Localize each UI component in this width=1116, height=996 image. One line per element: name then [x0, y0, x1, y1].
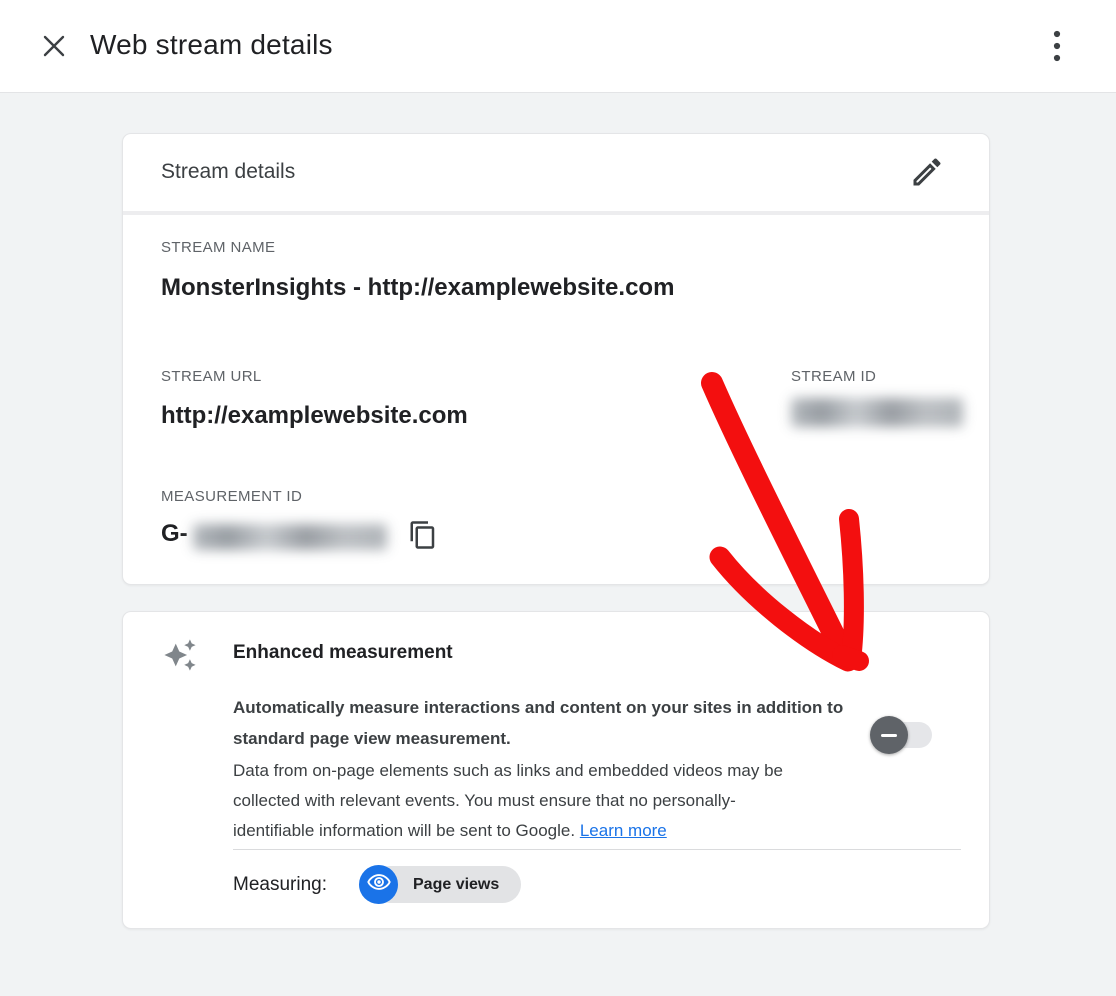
description-bold-line: Automatically measure interactions and c… — [233, 692, 913, 723]
learn-more-link[interactable]: Learn more — [580, 821, 667, 840]
stream-name-label: STREAM NAME — [161, 239, 275, 256]
page-views-chip: Page views — [359, 865, 521, 904]
page-title: Web stream details — [90, 29, 333, 61]
stream-details-card-title: Stream details — [161, 160, 295, 184]
enhanced-measurement-description: Automatically measure interactions and c… — [233, 692, 913, 846]
more-options-button[interactable] — [1040, 29, 1074, 65]
chip-label: Page views — [413, 865, 499, 904]
copy-measurement-id-button[interactable] — [406, 519, 440, 553]
description-bold-line: standard page view measurement. — [233, 723, 913, 754]
enhanced-measurement-toggle[interactable] — [876, 722, 932, 748]
measurement-id-prefix: G- — [161, 520, 188, 548]
stream-details-card: Stream details STREAM NAME MonsterInsigh… — [122, 133, 990, 585]
stream-name-value: MonsterInsights - http://examplewebsite.… — [161, 274, 674, 302]
copy-icon — [408, 520, 438, 553]
sparkle-icon — [163, 638, 197, 677]
stream-url-value: http://examplewebsite.com — [161, 402, 468, 430]
stream-id-value-redacted — [791, 398, 963, 427]
pencil-icon — [909, 154, 945, 193]
measuring-label: Measuring: — [233, 874, 327, 896]
toggle-minus-icon — [881, 734, 897, 737]
enhanced-measurement-title: Enhanced measurement — [233, 642, 453, 664]
measurement-id-value-redacted — [193, 524, 387, 550]
enhanced-measurement-card: Enhanced measurement Automatically measu… — [122, 611, 990, 929]
chip-icon-circle — [359, 865, 398, 904]
measurement-id-label: MEASUREMENT ID — [161, 488, 302, 505]
kebab-menu-icon — [1053, 29, 1061, 66]
description-line: Data from on-page elements such as links… — [233, 756, 913, 786]
measuring-divider — [233, 849, 961, 850]
edit-stream-button[interactable] — [907, 153, 947, 193]
close-button[interactable] — [38, 31, 70, 63]
stream-id-label: STREAM ID — [791, 368, 876, 385]
description-line: collected with relevant events. You must… — [233, 786, 913, 816]
card-header-divider — [123, 211, 989, 215]
stream-url-label: STREAM URL — [161, 368, 262, 385]
toggle-thumb-off — [870, 716, 908, 754]
topbar: Web stream details — [0, 0, 1116, 93]
close-icon — [40, 32, 68, 63]
eye-icon — [366, 869, 392, 900]
description-line-text: identifiable information will be sent to… — [233, 821, 575, 840]
description-line: identifiable information will be sent to… — [233, 816, 913, 846]
web-stream-details-panel: Web stream details Stream details STREAM… — [0, 0, 1116, 996]
